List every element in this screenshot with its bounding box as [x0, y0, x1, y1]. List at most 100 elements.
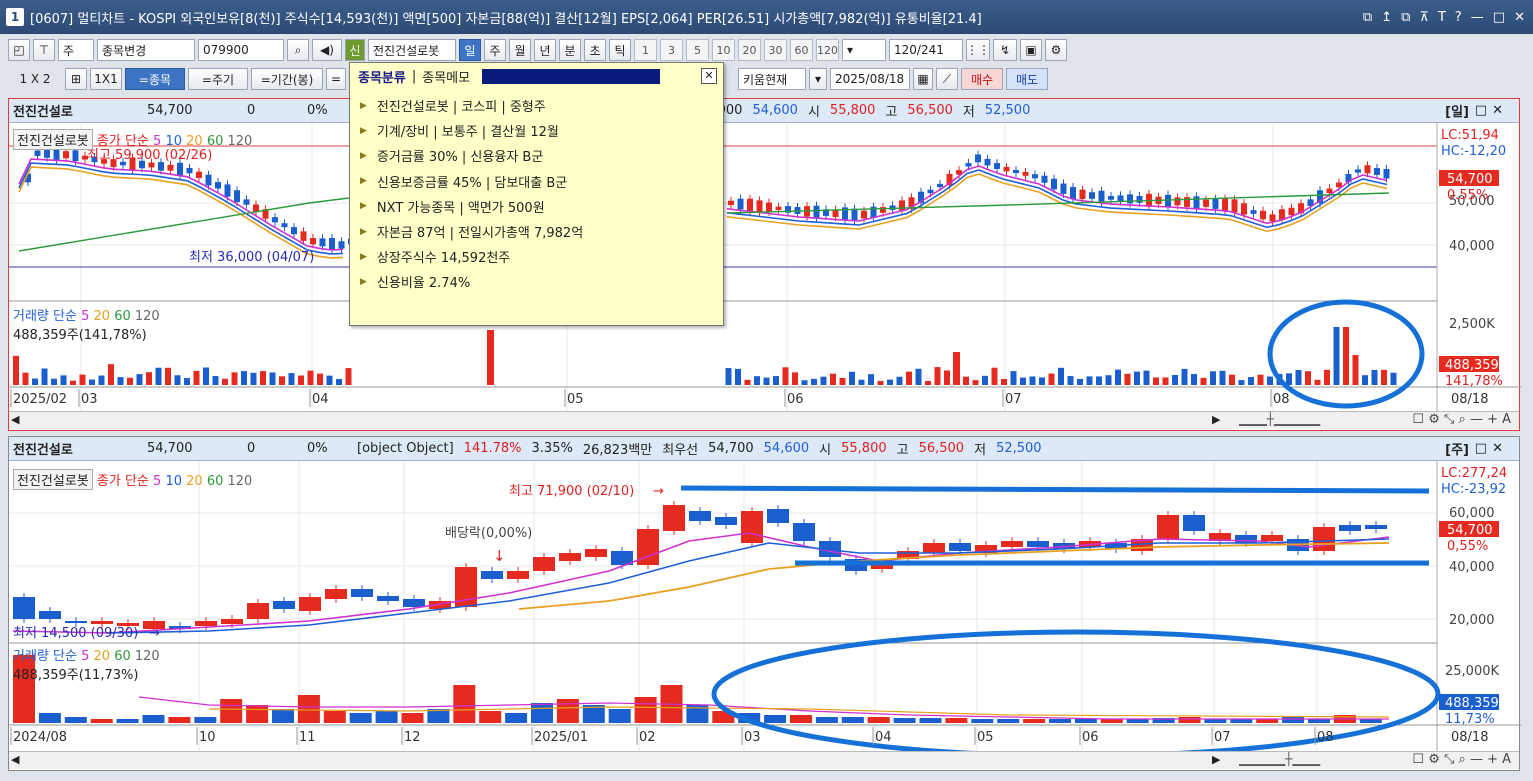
- interval-60[interactable]: 60: [790, 39, 813, 61]
- pane1-close-icon[interactable]: ✕: [1492, 103, 1503, 118]
- weekly-candle: [767, 509, 789, 523]
- one-by-one-button[interactable]: 1X1: [90, 68, 122, 90]
- scroll-left-icon-2[interactable]: ◀: [11, 753, 19, 766]
- weekly-xaxis-label: 2024/08: [13, 730, 67, 745]
- sync-period-button[interactable]: =주기: [188, 68, 248, 90]
- scroll-right-icon[interactable]: ▶: [1212, 413, 1220, 426]
- restore-icon[interactable]: ⧉: [1363, 10, 1372, 25]
- period-day[interactable]: 일: [459, 39, 481, 61]
- interval-20[interactable]: 20: [738, 39, 761, 61]
- period-month[interactable]: 월: [509, 39, 531, 61]
- weekly-candle: [507, 571, 529, 579]
- popup-tab-memo[interactable]: 종목메모: [422, 67, 470, 86]
- topmost-icon[interactable]: ⊼: [1419, 10, 1429, 25]
- pane2-legend-120: 120: [227, 474, 253, 489]
- pane2-maximize-icon[interactable]: □: [1475, 441, 1487, 456]
- daily-candle: [291, 227, 297, 235]
- broker-select[interactable]: 키움현재: [738, 68, 806, 90]
- buy-button[interactable]: 매수: [961, 68, 1003, 90]
- daily-volume-bar: [1267, 376, 1273, 385]
- stock-code-input[interactable]: 079900: [198, 39, 284, 61]
- weekly-candle: [663, 505, 685, 531]
- scroll-right-icon-2[interactable]: ▶: [1212, 753, 1220, 766]
- grid-icon[interactable]: ⊞: [65, 68, 87, 90]
- pane2-vol-legend-20: 20: [93, 649, 111, 664]
- search-icon[interactable]: ⌕: [287, 39, 309, 61]
- popup-tab-category[interactable]: 종목분류: [358, 67, 406, 86]
- pane1-zoom-tools[interactable]: ☐ ⚙ ⤡ ⌕ — + A: [1412, 412, 1511, 427]
- chevron-down-icon[interactable]: ▾: [809, 68, 827, 90]
- pane1-zoom-slider[interactable]: ▁▁▁┼▁▁▁▁▁: [1239, 412, 1320, 426]
- layout-icon[interactable]: ◰: [8, 39, 30, 61]
- pane2-legend-box[interactable]: 전진건설로봇: [13, 469, 93, 490]
- daily-volume-bar: [317, 373, 323, 385]
- period-week[interactable]: 주: [484, 39, 506, 61]
- period-year[interactable]: 년: [534, 39, 556, 61]
- pane1-max-label: 최고 59,900 (02/26): [87, 148, 212, 163]
- indicator-icon[interactable]: ↯: [993, 39, 1017, 61]
- pane1-volume-bars: [13, 327, 1397, 385]
- pane2-close-icon[interactable]: ✕: [1492, 441, 1503, 456]
- period-second[interactable]: 초: [584, 39, 606, 61]
- daily-candle: [310, 238, 316, 245]
- popup-close-icon[interactable]: ✕: [701, 68, 717, 84]
- pane2-resistance-line: [680, 485, 1430, 494]
- credit-badge: 신: [345, 39, 365, 61]
- market-select[interactable]: 주: [58, 39, 94, 61]
- layout-grid-label[interactable]: 1 X 2: [8, 68, 62, 90]
- interval-120[interactable]: 120: [816, 39, 839, 61]
- pane2-scrollbar[interactable]: ◀ ▶ ▁▁▁▁▁┼▁▁▁ ☐ ⚙ ⤡ ⌕ — + A: [9, 751, 1519, 769]
- interval-30[interactable]: 30: [764, 39, 787, 61]
- date-input[interactable]: 2025/08/18: [830, 68, 910, 90]
- daily-candle: [215, 182, 221, 189]
- calendar-icon[interactable]: ▦: [913, 68, 933, 90]
- daily-xaxis-label: 07: [1005, 392, 1022, 407]
- sell-button[interactable]: 매도: [1006, 68, 1048, 90]
- daily-candle: [63, 151, 69, 159]
- pane1-vol-legend: 거래량 단순 5 20 60 120 488,359주(141,78%): [13, 305, 160, 343]
- font-icon[interactable]: T: [1438, 10, 1446, 25]
- sync-stock-button[interactable]: =종목: [125, 68, 185, 90]
- close-icon[interactable]: ✕: [1514, 10, 1525, 25]
- count-field[interactable]: 120/241: [889, 39, 963, 61]
- settings-gear-icon[interactable]: ⚙: [1045, 39, 1067, 61]
- pane1-maximize-icon[interactable]: □: [1475, 103, 1487, 118]
- cascade-icon[interactable]: ⧉: [1401, 10, 1410, 25]
- scroll-left-icon[interactable]: ◀: [11, 413, 19, 426]
- interval-10[interactable]: 10: [712, 39, 735, 61]
- save-icon[interactable]: ▣: [1020, 39, 1042, 61]
- interval-5[interactable]: 5: [686, 39, 709, 61]
- sync-range-button[interactable]: =기간(봉): [251, 68, 323, 90]
- period-tick[interactable]: 틱: [609, 39, 631, 61]
- pane1-high: 56,500: [907, 103, 953, 118]
- help-icon[interactable]: ?: [1455, 10, 1462, 25]
- daily-volume-bar: [269, 372, 276, 385]
- daily-volume-bar: [184, 378, 190, 385]
- daily-volume-bar: [345, 368, 352, 385]
- pane2-bid: 54,600: [763, 441, 810, 456]
- maximize-icon[interactable]: □: [1493, 10, 1505, 25]
- interval-select[interactable]: ▾: [842, 39, 886, 61]
- pane1-legend-box[interactable]: 전진건설로봇: [13, 129, 93, 150]
- pin-icon[interactable]: ↥: [1381, 10, 1392, 25]
- daily-candle: [1127, 194, 1133, 204]
- daily-volume-bar: [1058, 367, 1064, 385]
- daily-xaxis-label: 04: [312, 392, 329, 407]
- pane1-high-label: 고: [885, 105, 898, 120]
- daily-candle: [205, 174, 212, 186]
- window-number: 1: [6, 8, 24, 26]
- pane2-zoom-slider[interactable]: ▁▁▁▁▁┼▁▁▁: [1239, 752, 1320, 766]
- sound-icon[interactable]: ◀): [312, 39, 342, 61]
- interval-3[interactable]: 3: [660, 39, 683, 61]
- period-minute[interactable]: 분: [559, 39, 581, 61]
- pane1-scrollbar[interactable]: ◀ ▶ ▁▁▁┼▁▁▁▁▁ ☐ ⚙ ⤡ ⌕ — + A: [9, 411, 1519, 429]
- pane2-zoom-tools[interactable]: ☐ ⚙ ⤡ ⌕ — + A: [1412, 752, 1511, 767]
- grid-tool-icon[interactable]: ⋮⋮: [966, 39, 990, 61]
- chart-tool-icon[interactable]: ⟋: [936, 68, 958, 90]
- sync-more-button[interactable]: =: [326, 68, 346, 90]
- pin-stock-icon[interactable]: ⊤: [33, 39, 55, 61]
- stock-name-field[interactable]: 전진건설로봇: [368, 39, 456, 61]
- interval-1[interactable]: 1: [634, 39, 657, 61]
- minimize-icon[interactable]: —: [1471, 10, 1484, 25]
- stock-change-select[interactable]: 종목변경: [97, 39, 195, 61]
